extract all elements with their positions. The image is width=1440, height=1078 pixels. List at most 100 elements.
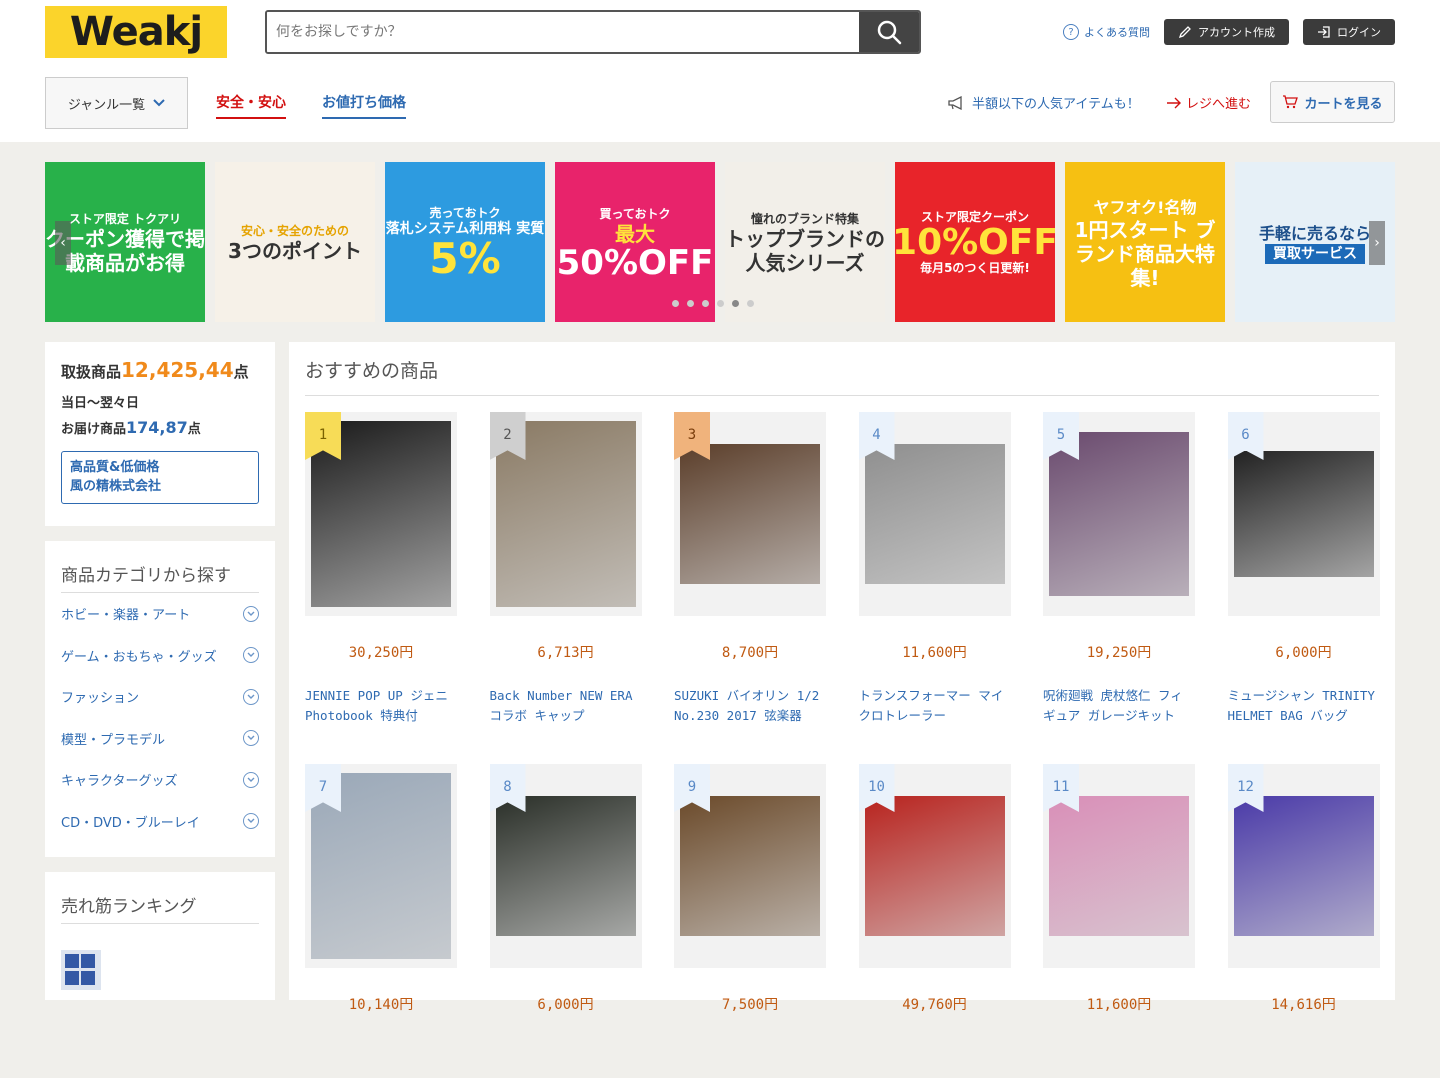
product-price: 6,713円 (537, 645, 594, 661)
category-item[interactable]: ホビー・楽器・アート (61, 593, 259, 635)
product-card[interactable]: 8 6,000円 (489, 764, 642, 1078)
product-image-frame[interactable]: 9 (674, 764, 826, 968)
product-name-link[interactable] (490, 1038, 642, 1078)
category-item[interactable]: 模型・プラモデル (61, 718, 259, 760)
delivery-line1: 当日〜翌々日 (61, 396, 140, 411)
pencil-icon (1178, 26, 1191, 39)
product-image-frame[interactable]: 3 (674, 412, 826, 616)
carousel-prev-button[interactable]: ‹ (55, 221, 71, 265)
cart-button[interactable]: カートを見る (1270, 81, 1395, 123)
product-price: 10,140円 (348, 997, 414, 1013)
logo[interactable]: Weakj (45, 6, 227, 58)
category-item[interactable]: ゲーム・おもちゃ・グッズ (61, 635, 259, 677)
category-item[interactable]: CD・DVD・ブルーレイ (61, 801, 259, 843)
company-line2: 風の精株式会社 (70, 479, 162, 495)
carousel-dot[interactable] (687, 300, 694, 307)
carousel-dot[interactable] (672, 300, 679, 307)
product-name-link[interactable]: ミュージシャン TRINITY HELMET BAG バッグ (1228, 686, 1380, 726)
product-image-frame[interactable]: 2 (489, 412, 642, 616)
banner-sell[interactable]: 売っておトク 落札システム利用料 実質 5% (385, 162, 545, 322)
stats-panel: 取扱商品12,425,44点 当日〜翌々日 お届け商品174,87点 高品質&低… (45, 342, 275, 526)
ranking-thumbnail[interactable] (61, 950, 101, 990)
banner-buy[interactable]: 買っておトク 最大 50%OFF (555, 162, 715, 322)
register-label: レジへ進む (1186, 97, 1252, 112)
product-image-frame[interactable]: 8 (489, 764, 642, 968)
carousel-dot-active[interactable] (732, 300, 739, 307)
product-image-frame[interactable]: 12 (1227, 764, 1380, 968)
tab-deal[interactable]: お値打ち価格 (322, 92, 406, 119)
product-card[interactable]: 4 11,600円 トランスフォーマー マイクロトレーラー (858, 412, 1011, 726)
tab-safe[interactable]: 安全・安心 (216, 92, 286, 119)
carousel-dot[interactable] (717, 300, 724, 307)
product-name-link[interactable] (674, 1038, 826, 1078)
carousel-dot[interactable] (747, 300, 754, 307)
product-card[interactable]: 12 14,616円 (1227, 764, 1380, 1078)
product-card[interactable]: 9 7,500円 (674, 764, 826, 1078)
product-name-link[interactable]: SUZUKI バイオリン 1/2 No.230 2017 弦楽器 (674, 686, 826, 726)
banner-7-line1: ヤフオク!名物 (1093, 198, 1197, 217)
header: Weakj ? よくある質問 アカウント作成 ログイン ジャンル一覧 安全・安心… (0, 0, 1440, 142)
create-account-button[interactable]: アカウント作成 (1164, 19, 1289, 45)
product-image-frame[interactable]: 1 (305, 412, 457, 616)
category-list: ホビー・楽器・アートゲーム・おもちゃ・グッズファッション模型・プラモデル キャラク… (61, 593, 259, 842)
banner-yahuoku[interactable]: ヤフオク!名物 1円スタート ブランド商品大特集! (1065, 162, 1225, 322)
product-image-frame[interactable]: 7 (305, 764, 457, 968)
product-card[interactable]: 1 30,250円 JENNIE POP UP ジェニ Photobook 特典付 (305, 412, 457, 726)
product-card[interactable]: 7 10,140円 (305, 764, 457, 1078)
product-image (680, 444, 820, 584)
faq-link[interactable]: ? よくある質問 (1063, 24, 1150, 40)
product-image-frame[interactable]: 6 (1227, 412, 1380, 616)
cart-label: カートを見る (1304, 96, 1383, 112)
product-card[interactable]: 6 6,000円 ミュージシャン TRINITY HELMET BAG バッグ (1227, 412, 1380, 726)
product-card[interactable]: 2 6,713円 Back Number NEW ERAコラボ キャップ (489, 412, 642, 726)
category-label: ファッション (61, 691, 140, 707)
product-name-link[interactable]: トランスフォーマー マイクロトレーラー (859, 686, 1011, 726)
product-image-frame[interactable]: 4 (858, 412, 1011, 616)
product-image (864, 796, 1005, 936)
product-card[interactable]: 5 19,250円 呪術廻戦 虎杖悠仁 フィギュア ガレージキット (1043, 412, 1195, 726)
product-name-link[interactable]: Back Number NEW ERAコラボ キャップ (490, 686, 642, 726)
banner-safety[interactable]: 安心・安全のための 3つのポイント (215, 162, 375, 322)
faq-label: よくある質問 (1084, 26, 1150, 39)
product-name-link[interactable] (1043, 1038, 1195, 1078)
search-input[interactable] (267, 12, 859, 52)
banner-6-line3: 10%OFF (895, 222, 1055, 264)
product-image-frame[interactable]: 5 (1043, 412, 1195, 616)
register-link[interactable]: レジへ進む (1166, 93, 1251, 112)
carousel-dot[interactable] (702, 300, 709, 307)
category-item[interactable]: キャラクターグッズ (61, 759, 259, 801)
category-label: ホビー・楽器・アート (61, 608, 191, 624)
carousel-next-button[interactable]: › (1369, 221, 1385, 265)
product-name-link[interactable] (1228, 1038, 1380, 1078)
genre-dropdown[interactable]: ジャンル一覧 (45, 77, 188, 129)
promo-label: 半額以下の人気アイテムも！ (972, 97, 1140, 112)
product-name-link[interactable] (859, 1038, 1011, 1078)
product-name-link[interactable]: 呪術廻戦 虎杖悠仁 フィギュア ガレージキット (1043, 686, 1195, 726)
category-item[interactable]: ファッション (61, 676, 259, 718)
product-image (1233, 451, 1374, 577)
search-button[interactable] (859, 12, 919, 52)
banner-3-line1: 売っておトク (429, 206, 501, 221)
banner-2-line1: 安心・安全のための (240, 223, 349, 238)
arrow-right-icon (1167, 97, 1181, 108)
total-count: 12,425,44 (121, 358, 234, 382)
product-image-frame[interactable]: 10 (858, 764, 1011, 968)
banner-brand[interactable]: 憧れのブランド特集 トップブランドの人気シリーズ (725, 162, 885, 322)
total-items: 取扱商品12,425,44点 (61, 358, 259, 382)
promo-link[interactable]: 半額以下の人気アイテムも！ (948, 93, 1140, 112)
product-name-link[interactable] (305, 1038, 457, 1078)
company-box[interactable]: 高品質&低価格 風の精株式会社 (61, 450, 259, 504)
chevron-down-icon (153, 99, 165, 107)
banner-5-line2: トップブランドの人気シリーズ (725, 226, 885, 275)
product-image-frame[interactable]: 11 (1043, 764, 1195, 968)
delivery-line2: お届け商品 (61, 421, 127, 437)
search-icon (877, 20, 902, 45)
banner-7-line2: 1円スタート ブランド商品大特集! (1074, 218, 1216, 290)
product-image (864, 444, 1005, 584)
login-button[interactable]: ログイン (1303, 19, 1395, 45)
product-name-link[interactable]: JENNIE POP UP ジェニ Photobook 特典付 (305, 686, 457, 726)
product-card[interactable]: 11 11,600円 (1043, 764, 1195, 1078)
banner-store-coupon[interactable]: ストア限定クーポン 10%OFF 毎月5のつく日更新! (895, 162, 1055, 322)
product-card[interactable]: 3 8,700円 SUZUKI バイオリン 1/2 No.230 2017 弦楽器 (674, 412, 826, 726)
product-card[interactable]: 10 49,760円 (858, 764, 1011, 1078)
